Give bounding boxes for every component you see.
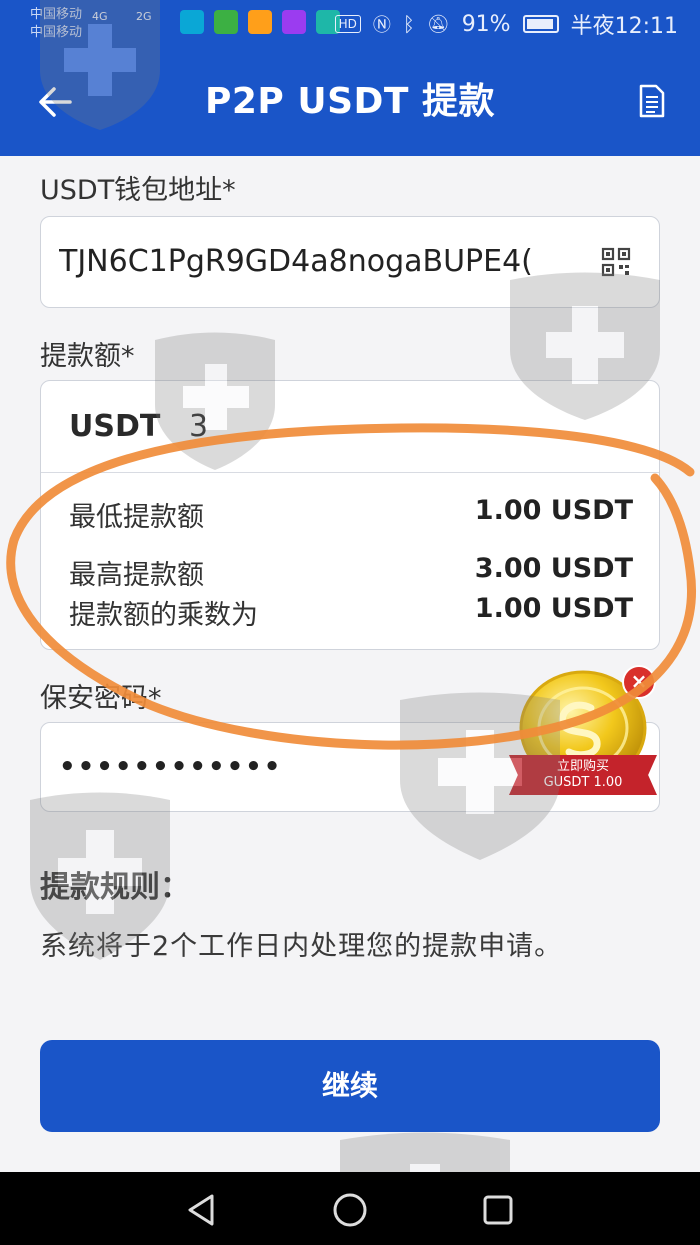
amount-input[interactable]: 3 (189, 381, 208, 473)
nav-recents-icon[interactable] (478, 1190, 518, 1230)
status-bar: 中国移动 中国移动 4G 2G HD Ⓝ ᛒ 🔕︎ 91% 半夜12:11 (0, 0, 700, 48)
multiple-row: 提款额的乘数为 1.00 USDT (69, 593, 633, 633)
close-icon[interactable]: × (622, 665, 656, 699)
carrier-2: 中国移动 (30, 25, 83, 40)
wechat-app-icon (214, 10, 238, 34)
multiple-value: 1.00 USDT (474, 593, 633, 624)
signal-1-label: 4G (92, 10, 108, 23)
password-label: 保安密码* (40, 683, 162, 714)
status-right: HD Ⓝ ᛒ 🔕︎ 91% 半夜12:11 (334, 8, 678, 40)
shield-app-icon (180, 10, 204, 34)
amount-field[interactable]: USDT 3 (41, 381, 659, 473)
arrow-left-icon[interactable] (32, 78, 80, 126)
password-input[interactable]: •••••••••••• (59, 723, 282, 811)
nfc-icon: Ⓝ (372, 15, 391, 36)
continue-button[interactable]: 继续 (40, 1040, 660, 1132)
mute-icon: 🔕︎ (426, 13, 450, 35)
media-app-icon (282, 10, 306, 34)
min-amount-value: 1.00 USDT (474, 495, 633, 526)
qr-scan-icon[interactable] (599, 245, 633, 279)
rules-text: 系统将于2个工作日内处理您的提款申请。 (40, 931, 563, 962)
nav-back-icon[interactable] (182, 1190, 222, 1230)
address-label: USDT钱包地址* (40, 175, 236, 206)
carrier-1: 中国移动 (30, 7, 83, 22)
carrier-info: 中国移动 中国移动 (30, 6, 82, 42)
max-amount-row: 最高提款额 3.00 USDT (69, 553, 633, 593)
max-amount-label: 最高提款额 (69, 560, 204, 591)
video-app-icon (248, 10, 272, 34)
rules-title: 提款规则： (40, 870, 190, 905)
amount-label: 提款额* (40, 341, 135, 372)
multiple-label: 提款额的乘数为 (69, 600, 258, 631)
currency-label: USDT (69, 409, 161, 444)
bluetooth-icon: ᛒ (402, 12, 415, 36)
signal-2-label: 2G (136, 10, 152, 23)
max-amount-value: 3.00 USDT (474, 553, 633, 584)
battery-icon (522, 15, 559, 33)
document-icon[interactable] (638, 84, 666, 118)
promo-line-1: 立即购买 (556, 759, 609, 774)
hd-badge: HD (334, 15, 361, 33)
clock: 半夜12:11 (570, 14, 678, 39)
nav-bar (0, 1172, 700, 1245)
promo-widget[interactable]: 立即购买 GUSDT 1.00 × (505, 660, 665, 800)
address-field[interactable]: TJN6C1PgR9GD4a8nogaBUPE4( (40, 216, 660, 308)
min-amount-row: 最低提款额 1.00 USDT (69, 495, 633, 535)
promo-banner[interactable]: 立即购买 GUSDT 1.00 (509, 755, 657, 795)
min-amount-label: 最低提款额 (69, 502, 204, 533)
nav-home-icon[interactable] (330, 1190, 370, 1230)
promo-line-2: GUSDT 1.00 (543, 775, 623, 790)
page-title: P2P USDT 提款 (205, 81, 495, 122)
amount-box: USDT 3 最低提款额 1.00 USDT 最高提款额 3.00 USDT 提… (40, 380, 660, 650)
address-input[interactable]: TJN6C1PgR9GD4a8nogaBUPE4( (59, 217, 571, 307)
battery-percent: 91% (461, 11, 511, 37)
notification-icons (180, 10, 340, 34)
app-bar: P2P USDT 提款 (0, 48, 700, 156)
